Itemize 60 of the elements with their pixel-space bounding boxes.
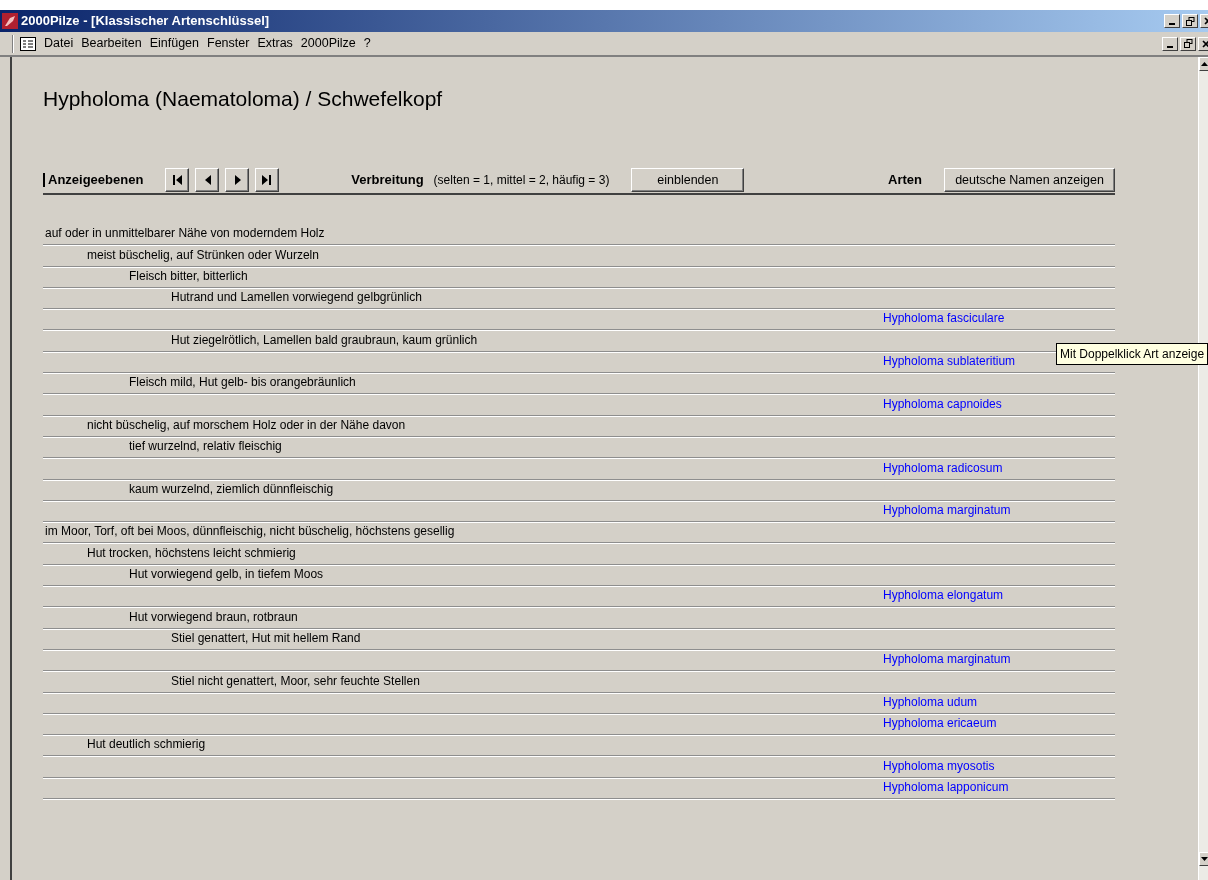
key-step: Hut vorwiegend gelb, in tiefem Moos bbox=[129, 565, 324, 584]
minimize-icon bbox=[1169, 23, 1175, 25]
key-step: auf oder in unmittelbarer Nähe von moderndem Holz bbox=[45, 224, 325, 243]
menu-item[interactable]: 2000Pilze bbox=[296, 34, 360, 53]
close-icon bbox=[1202, 39, 1208, 48]
form-heading: Hypholoma (Naematoloma) / Schwefelkopf bbox=[43, 86, 444, 113]
menu-item[interactable]: Einfügen bbox=[145, 34, 203, 53]
minimize-icon bbox=[1167, 45, 1173, 48]
form-icon[interactable] bbox=[20, 36, 36, 51]
scroll-down-icon[interactable] bbox=[1201, 857, 1208, 861]
species-link[interactable]: Hypholoma sublateritium bbox=[883, 352, 1016, 371]
key-step: meist büschelig, auf Strünken oder Wurzeln bbox=[87, 245, 319, 264]
species-link[interactable]: Hypholoma myosotis bbox=[883, 756, 995, 775]
key-step: Hut deutlich schmierig bbox=[87, 735, 206, 754]
german-names-button[interactable]: deutsche Namen anzeigen bbox=[944, 168, 1115, 192]
key-step: Hutrand und Lamellen vorwiegend gelbgrünlich bbox=[171, 288, 422, 307]
menu-item[interactable]: Bearbeiten bbox=[77, 34, 146, 53]
app-icon bbox=[2, 13, 18, 29]
menu-item[interactable]: Extras bbox=[253, 34, 297, 53]
species-link[interactable]: Hypholoma radicosum bbox=[883, 458, 1003, 477]
key-step: Stiel genattert, Hut mit hellem Rand bbox=[171, 628, 361, 647]
key-step: Hut trocken, höchstens leicht schmierig bbox=[87, 543, 296, 562]
scroll-up-icon[interactable] bbox=[1201, 62, 1208, 66]
key-step: tief wurzelnd, relativ fleischig bbox=[129, 437, 282, 456]
show-button[interactable]: einblenden bbox=[631, 168, 745, 192]
key-step: Hut vorwiegend braun, rotbraun bbox=[129, 607, 298, 626]
species-link[interactable]: Hypholoma lapponicum bbox=[883, 778, 1009, 796]
key-step: Hut ziegelrötlich, Lamellen bald graubraun, kaum grünlich bbox=[171, 330, 478, 349]
key-step: Stiel nicht genattert, Moor, sehr feuchte Stellen bbox=[171, 671, 420, 690]
key-step: Fleisch mild, Hut gelb- bis orangebräunlich bbox=[129, 373, 356, 392]
species-link[interactable]: Hypholoma ericaeum bbox=[883, 714, 997, 733]
menu-item[interactable]: ? bbox=[359, 34, 375, 53]
key-step: kaum wurzelnd, ziemlich dünnfleischig bbox=[129, 479, 334, 498]
restore-button[interactable] bbox=[1180, 36, 1196, 51]
last-record-button[interactable] bbox=[255, 168, 280, 192]
species-link[interactable]: Hypholoma udum bbox=[883, 692, 978, 711]
next-record-button[interactable] bbox=[225, 168, 250, 192]
minimize-button[interactable] bbox=[1162, 36, 1178, 51]
species-link[interactable]: Hypholoma capnoides bbox=[883, 394, 1002, 413]
species-label: Arten bbox=[888, 171, 922, 190]
tooltip: Mit Doppelklick Art anzeige bbox=[1056, 343, 1208, 365]
species-link[interactable]: Hypholoma marginatum bbox=[883, 501, 1011, 520]
key-step: Fleisch bitter, bitterlich bbox=[129, 266, 248, 285]
minimize-button[interactable] bbox=[1164, 14, 1180, 28]
distribution-hint: (selten = 1, mittel = 2, häufig = 3) bbox=[433, 172, 610, 189]
first-record-button[interactable] bbox=[165, 168, 190, 192]
levels-label: Anzeigeebenen bbox=[48, 171, 144, 190]
restore-button[interactable] bbox=[1182, 14, 1198, 28]
menu-item[interactable]: Datei bbox=[40, 34, 78, 53]
species-link[interactable]: Hypholoma fasciculare bbox=[883, 309, 1005, 328]
restore-icon bbox=[1185, 16, 1195, 26]
menu-item[interactable]: Fenster bbox=[203, 34, 254, 53]
window-title: 2000Pilze - [Klassischer Artenschlüssel] bbox=[21, 12, 270, 31]
distribution-label: Verbreitung bbox=[351, 171, 424, 190]
species-link[interactable]: Hypholoma marginatum bbox=[883, 650, 1011, 669]
key-step: nicht büschelig, auf morschem Holz oder in der Nähe davon bbox=[87, 415, 406, 434]
species-link[interactable]: Hypholoma elongatum bbox=[883, 586, 1004, 605]
key-step: im Moor, Torf, oft bei Moos, dünnfleischig, nicht büschelig, höchstens gesellig bbox=[45, 522, 455, 541]
restore-icon bbox=[1183, 39, 1193, 48]
previous-record-button[interactable] bbox=[195, 168, 220, 192]
